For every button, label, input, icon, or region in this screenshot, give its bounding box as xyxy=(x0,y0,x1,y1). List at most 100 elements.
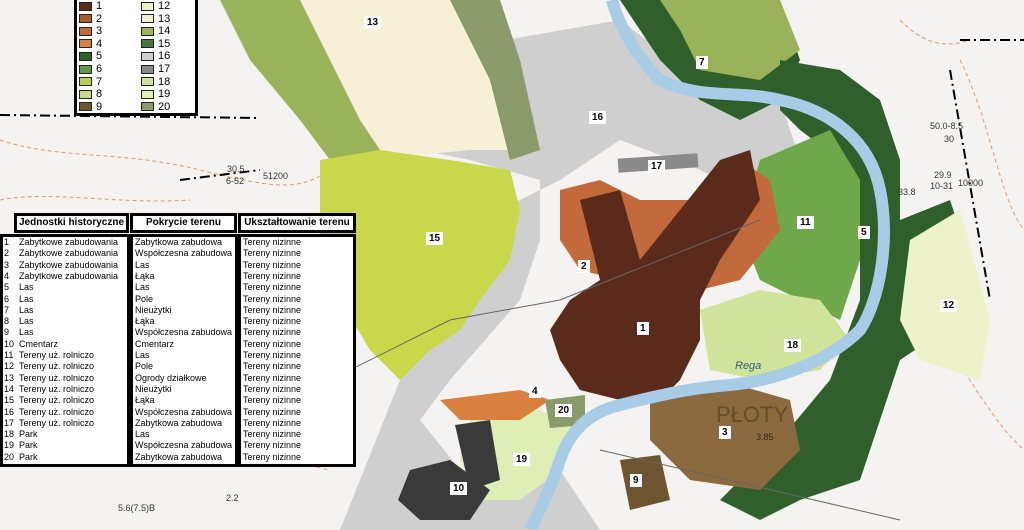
table-cell: Tereny nizinne xyxy=(243,372,302,383)
table-cell: Tereny nizinne xyxy=(243,293,302,304)
legend-label: 19 xyxy=(158,88,171,101)
elevation-label: 3.85 xyxy=(756,432,774,442)
zone-label-9: 9 xyxy=(630,474,642,487)
legend-label: 9 xyxy=(96,100,103,113)
table-cell: Tereny nizinne xyxy=(243,361,302,372)
table-cell: Las xyxy=(19,282,34,293)
table-cell: Współczesna zabudowa xyxy=(135,327,233,338)
legend-swatch xyxy=(79,14,92,24)
elevation-label: 29.9 xyxy=(934,170,952,180)
legend-label: 17 xyxy=(158,63,171,75)
zone-label-4: 4 xyxy=(529,385,541,398)
map-legend: 1 2 3 4 5 6 7 8 9 12 13 14 15 16 17 18 19 20 xyxy=(74,0,198,116)
legend-item: 2 xyxy=(79,13,102,25)
table-cell: 3 xyxy=(4,259,10,270)
legend-item: 17 xyxy=(141,63,170,75)
legend-label: 20 xyxy=(158,100,171,113)
zone-label-19: 19 xyxy=(513,453,531,466)
zone-label-15: 15 xyxy=(426,232,444,245)
table-cell: 15 xyxy=(4,395,15,406)
table-cell: Zabytkowe zabudowania xyxy=(19,248,119,259)
legend-label: 2 xyxy=(96,12,103,25)
table-cell: Pole xyxy=(135,293,154,304)
table-cell: Zabytkowa zabudowa xyxy=(135,417,223,428)
legend-item: 3 xyxy=(79,25,102,37)
elevation-label: 6-52 xyxy=(226,176,245,186)
table-cell: Las xyxy=(135,350,150,360)
zone-label-20: 20 xyxy=(555,404,573,417)
table-cell: Las xyxy=(19,293,34,304)
legend-swatch xyxy=(141,64,154,74)
table-cell: Las xyxy=(19,304,34,315)
table-cell: Nieużytki xyxy=(135,304,172,315)
legend-item: 12 xyxy=(141,0,170,12)
elevation-label: 30 xyxy=(944,134,955,144)
table-cell: Zabytkowa zabudowa xyxy=(135,237,223,247)
table-cell: Tereny uż. rolniczo xyxy=(19,383,95,394)
legend-label: 1 xyxy=(96,0,103,12)
elevation-label: 33.8 xyxy=(898,187,916,197)
table-header: Pokrycie terenu xyxy=(130,213,237,233)
table-cell: 14 xyxy=(4,383,15,394)
legend-swatch xyxy=(79,64,92,74)
table-cell: 16 xyxy=(4,406,15,417)
table-cell: Tereny nizinne xyxy=(243,440,302,451)
table-cell: Cmentarz xyxy=(19,338,59,349)
table-cell: 11 xyxy=(4,350,14,360)
legend-label: 5 xyxy=(96,50,103,63)
legend-item: 6 xyxy=(79,63,102,75)
table-cell: Ogrody działkowe xyxy=(135,372,207,383)
table-cell: Zabytkowe zabudowania xyxy=(19,270,119,281)
legend-item: 4 xyxy=(79,38,102,50)
map-stage: PŁOTY Rega 30.5 6-52 51200 50.0-8.5 30 2… xyxy=(0,0,1024,530)
table-cell: Współczesna zabudowa xyxy=(135,248,233,259)
zone-label-13: 13 xyxy=(364,16,382,29)
table-cell: 2 xyxy=(4,248,10,259)
attribute-table: Jednostki historyczne Pokrycie terenu Uk… xyxy=(0,213,358,468)
table-cell: 12 xyxy=(4,361,15,372)
table-cell: Tereny nizinne xyxy=(243,395,302,406)
table-cell: Tereny nizinne xyxy=(243,304,302,315)
table-cell: Współczesna zabudowa xyxy=(135,406,233,417)
table-cell: Łąka xyxy=(135,270,155,281)
zone-label-11: 11 xyxy=(797,216,814,229)
table-cell: 10 xyxy=(4,338,15,349)
legend-item: 14 xyxy=(141,25,170,37)
table-cell: Tereny nizinne xyxy=(243,383,302,394)
legend-label: 15 xyxy=(158,37,171,50)
legend-label: 18 xyxy=(158,75,171,88)
legend-swatch xyxy=(141,1,154,11)
table-cell: Las xyxy=(19,327,34,338)
table-cell: Tereny uż. rolniczo xyxy=(19,417,95,428)
table-cell: Tereny nizinne xyxy=(243,327,302,338)
legend-swatch xyxy=(141,14,154,24)
table-cell: Tereny nizinne xyxy=(243,282,302,293)
town-name: PŁOTY xyxy=(716,402,789,427)
table-cell: Tereny nizinne xyxy=(243,350,302,360)
table-cell: Tereny nizinne xyxy=(243,248,302,259)
table-cell: 17 xyxy=(4,417,15,428)
legend-item: 8 xyxy=(79,88,102,100)
table-cell: 8 xyxy=(4,316,10,327)
table-cell: Zabytkowe zabudowania xyxy=(19,237,119,247)
zone-label-16: 16 xyxy=(589,111,607,124)
table-header: Ukształtowanie terenu xyxy=(238,213,356,233)
table-cell: Pole xyxy=(135,361,154,372)
table-cell: Łąka xyxy=(135,395,155,406)
elevation-label: 10-31 xyxy=(930,181,954,191)
table-cell: 7 xyxy=(4,304,10,315)
table-cell: Współczesna zabudowa xyxy=(135,440,233,451)
legend-label: 6 xyxy=(96,63,103,75)
table-cell: Zabytkowa zabudowa xyxy=(135,451,223,462)
table-cell: 6 xyxy=(4,293,10,304)
table-cell: 20 xyxy=(4,451,15,462)
table-cell: Łąka xyxy=(135,316,155,327)
legend-swatch xyxy=(79,51,92,61)
legend-item: 19 xyxy=(141,88,170,100)
legend-swatch xyxy=(141,51,154,61)
legend-label: 4 xyxy=(96,37,103,50)
legend-item: 9 xyxy=(79,101,102,113)
legend-item: 18 xyxy=(141,76,170,88)
table-cell: Tereny nizinne xyxy=(243,270,302,281)
table-cell: Tereny uż. rolniczo xyxy=(19,372,95,383)
